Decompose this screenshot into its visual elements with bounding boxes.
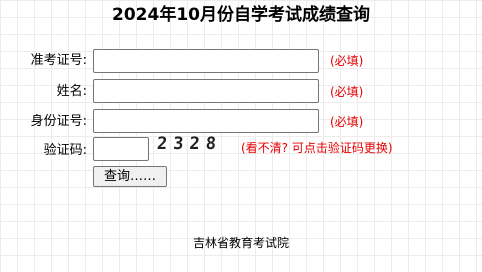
query-button[interactable]: 查询…… — [93, 166, 167, 187]
name-label: 姓名: — [56, 84, 87, 99]
captcha-input[interactable] — [93, 137, 149, 161]
name-input[interactable] — [93, 79, 319, 103]
exam-id-required-hint: (必填) — [330, 54, 364, 68]
captcha-text: 2328 — [156, 134, 223, 154]
footer-organization: 吉林省教育考试院 — [192, 236, 289, 250]
id-card-required-hint: (必填) — [330, 115, 364, 129]
captcha-image[interactable]: 2328 — [156, 133, 235, 159]
page-title: 2024年10月份自学考试成绩查询 — [112, 5, 370, 25]
name-required-hint: (必填) — [330, 85, 364, 99]
captcha-label: 验证码: — [43, 143, 87, 158]
id-card-input[interactable] — [93, 109, 319, 133]
exam-id-label: 准考证号: — [30, 53, 87, 68]
exam-id-input[interactable] — [93, 49, 319, 73]
captcha-refresh-hint[interactable]: (看不清? 可点击验证码更换) — [241, 140, 393, 156]
id-card-label: 身份证号: — [30, 114, 87, 129]
